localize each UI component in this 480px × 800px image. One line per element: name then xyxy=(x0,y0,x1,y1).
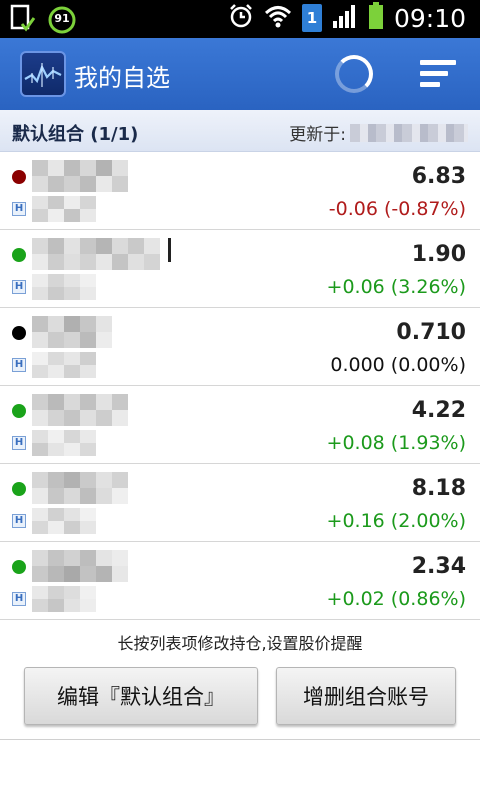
battery-percent-label: 91 xyxy=(54,12,70,25)
redacted-timestamp xyxy=(350,123,468,142)
status-dot xyxy=(12,326,26,340)
wifi-icon xyxy=(264,4,292,32)
stock-price: 2.34 xyxy=(411,554,466,579)
app-bar: 我的自选 xyxy=(0,38,480,110)
sim-badge-icon: 1 xyxy=(301,4,322,32)
status-dot xyxy=(12,248,26,262)
redacted-stock-code xyxy=(32,196,96,222)
stock-change: +0.02 (0.86%) xyxy=(326,588,466,610)
loading-spinner-icon[interactable] xyxy=(335,55,373,93)
stock-row[interactable]: H 4.22 +0.08 (1.93%) xyxy=(0,386,480,464)
portfolio-header: 默认组合 (1/1) 更新于: xyxy=(0,110,480,152)
stock-row[interactable]: H 0.710 0.000 (0.00%) xyxy=(0,308,480,386)
clock-time: 09:10 xyxy=(393,3,466,33)
stock-change: 0.000 (0.00%) xyxy=(330,354,466,376)
manage-accounts-button[interactable]: 增删组合账号 xyxy=(276,667,456,725)
redacted-stock-code xyxy=(32,586,96,612)
redacted-stock-code xyxy=(32,274,96,300)
stock-change: +0.06 (3.26%) xyxy=(326,276,466,298)
status-dot xyxy=(12,170,26,184)
update-time: 更新于: xyxy=(289,120,468,145)
stock-row[interactable]: H 6.83 -0.06 (-0.87%) xyxy=(0,152,480,230)
updated-label: 更新于: xyxy=(289,125,346,145)
status-bar: 91 1 09:10 xyxy=(0,0,480,38)
page-title: 我的自选 xyxy=(74,64,170,92)
stock-row[interactable]: H 8.18 +0.16 (2.00%) xyxy=(0,464,480,542)
status-dot xyxy=(12,482,26,496)
redacted-stock-name xyxy=(32,238,171,270)
market-badge-icon: H xyxy=(12,202,26,216)
stock-price: 8.18 xyxy=(411,476,466,501)
redacted-stock-name xyxy=(32,160,128,192)
market-badge-icon: H xyxy=(12,280,26,294)
redacted-stock-name xyxy=(32,394,128,426)
redacted-stock-name xyxy=(32,550,128,582)
battery-icon xyxy=(368,2,384,34)
redacted-stock-code xyxy=(32,430,96,456)
status-dot xyxy=(12,404,26,418)
stock-change: -0.06 (-0.87%) xyxy=(328,198,466,220)
market-badge-icon: H xyxy=(12,592,26,606)
stock-change: +0.08 (1.93%) xyxy=(326,432,466,454)
stock-row[interactable]: H 2.34 +0.02 (0.86%) xyxy=(0,542,480,620)
sort-menu-icon[interactable] xyxy=(420,60,456,88)
redacted-stock-name xyxy=(32,316,112,348)
edit-portfolio-button[interactable]: 编辑『默认组合』 xyxy=(24,667,258,725)
redacted-stock-code xyxy=(32,508,96,534)
stock-change: +0.16 (2.00%) xyxy=(326,510,466,532)
signal-icon xyxy=(332,3,358,33)
sim-check-icon xyxy=(10,4,36,36)
portfolio-title: 默认组合 (1/1) xyxy=(12,124,139,145)
alarm-icon xyxy=(228,3,254,33)
hint-text: 长按列表项修改持仓,设置股价提醒 xyxy=(117,634,363,653)
market-badge-icon: H xyxy=(12,358,26,372)
divider xyxy=(0,739,480,740)
stock-price: 0.710 xyxy=(396,320,466,345)
stock-row[interactable]: H 1.90 +0.06 (3.26%) xyxy=(0,230,480,308)
redacted-stock-name xyxy=(32,472,128,504)
market-badge-icon: H xyxy=(12,436,26,450)
stock-price: 1.90 xyxy=(411,242,466,267)
battery-circle-icon: 91 xyxy=(48,6,76,34)
status-dot xyxy=(12,560,26,574)
stock-list: H 6.83 -0.06 (-0.87%) H 1.90 +0.06 (3.26… xyxy=(0,152,480,620)
stock-price: 4.22 xyxy=(411,398,466,423)
redacted-stock-code xyxy=(32,352,96,378)
stock-price: 6.83 xyxy=(411,164,466,189)
market-badge-icon: H xyxy=(12,514,26,528)
app-logo-icon[interactable] xyxy=(20,51,66,97)
